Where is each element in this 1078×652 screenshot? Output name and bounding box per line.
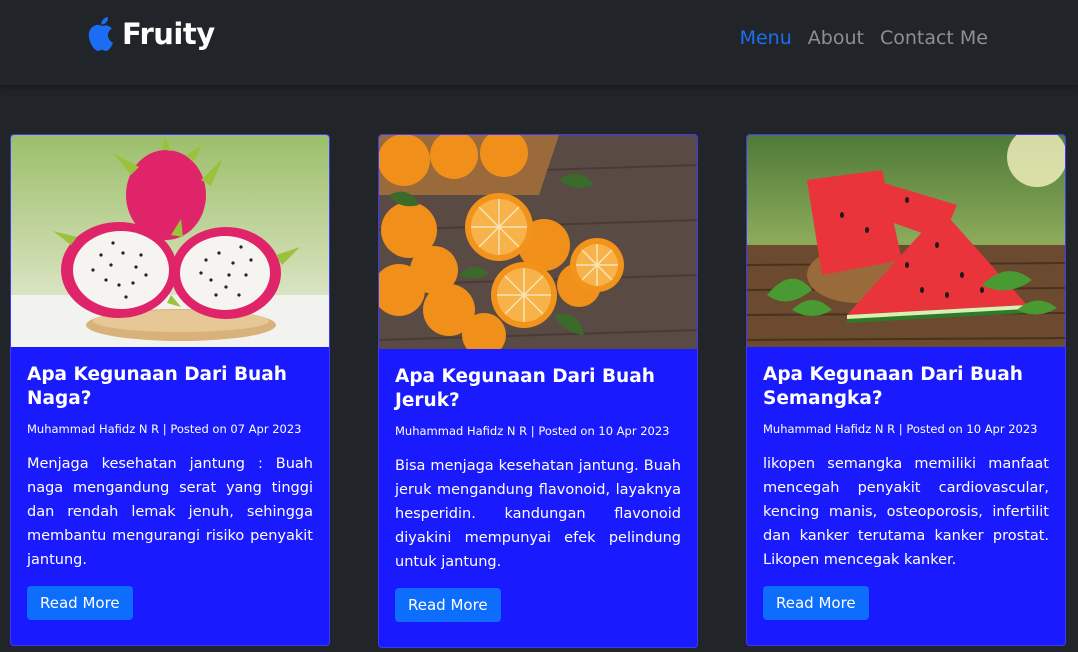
apple-icon (86, 15, 118, 53)
article-card: Apa Kegunaan Dari Buah Semangka? Muhamma… (746, 134, 1066, 646)
article-card: Apa Kegunaan Dari Buah Naga? Muhammad Ha… (10, 134, 330, 646)
card-meta: Muhammad Hafidz N R | Posted on 10 Apr 2… (763, 422, 1038, 436)
nav-contact-link[interactable]: Contact Me (880, 27, 988, 49)
card-body: Apa Kegunaan Dari Buah Jeruk? Muhammad H… (379, 349, 697, 622)
card-title: Apa Kegunaan Dari Buah Naga? (27, 364, 287, 409)
nav-menu-link[interactable]: Menu (740, 27, 792, 49)
card-title: Apa Kegunaan Dari Buah Semangka? (763, 364, 1023, 409)
brand-name: Fruity (122, 17, 215, 51)
watermelon-image (747, 135, 1065, 347)
card-text: Menjaga kesehatan jantung : Buah naga me… (27, 456, 313, 568)
card-meta: Muhammad Hafidz N R | Posted on 07 Apr 2… (27, 422, 302, 436)
card-body: Apa Kegunaan Dari Buah Naga? Muhammad Ha… (11, 347, 329, 620)
article-card: Apa Kegunaan Dari Buah Jeruk? Muhammad H… (378, 134, 698, 648)
card-title: Apa Kegunaan Dari Buah Jeruk? (395, 366, 655, 411)
nav-about-link[interactable]: About (808, 27, 864, 49)
navbar: Fruity Menu About Contact Me (0, 0, 1078, 86)
card-meta: Muhammad Hafidz N R | Posted on 10 Apr 2… (395, 424, 670, 438)
card-text: likopen semangka memiliki manfaat menceg… (763, 456, 1049, 568)
read-more-button[interactable]: Read More (27, 586, 133, 620)
brand-link[interactable]: Fruity (86, 15, 215, 53)
dragon-fruit-image (11, 135, 329, 347)
nav-menu: Menu About Contact Me (740, 27, 988, 49)
read-more-button[interactable]: Read More (763, 586, 869, 620)
orange-fruit-image (379, 135, 697, 349)
read-more-button[interactable]: Read More (395, 588, 501, 622)
card-body: Apa Kegunaan Dari Buah Semangka? Muhamma… (747, 347, 1065, 620)
card-text: Bisa menjaga kesehatan jantung. Buah jer… (395, 458, 681, 570)
